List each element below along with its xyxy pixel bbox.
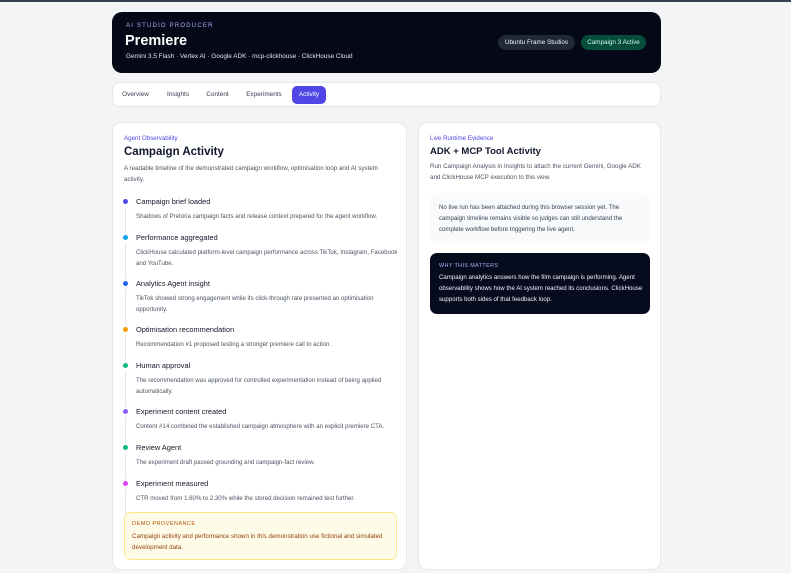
runtime-title: ADK + MCP Tool Activity <box>430 146 541 157</box>
why-text: Campaign analytics answers how the film … <box>439 274 643 303</box>
timeline-connector <box>125 417 126 443</box>
timeline-item-title: Review Agent <box>136 443 182 452</box>
timeline-dot-icon <box>123 281 128 286</box>
timeline-item-description: Recommendation #1 proposed testing a str… <box>136 341 332 348</box>
tech-stack-subtitle: Gemini 3.5 Flash · Vertex AI · Google AD… <box>126 53 353 60</box>
timeline-item-description: The experiment draft passed grounding an… <box>136 459 315 466</box>
activity-kicker: Agent Observability <box>124 135 178 142</box>
timeline-dot-icon <box>123 445 128 450</box>
timeline-dot-icon <box>123 409 128 414</box>
timeline-connector <box>125 489 126 515</box>
timeline-item-description: TikTok showed strong engagement while it… <box>136 295 374 313</box>
activity-title: Campaign Activity <box>124 146 224 158</box>
timeline-item-title: Performance aggregated <box>136 233 218 242</box>
tab-content[interactable]: Content <box>204 86 231 104</box>
campaign-activity-card: Agent Observability Campaign Activity A … <box>112 122 407 570</box>
app-header: AI STUDIO PRODUCER Premiere Gemini 3.5 F… <box>112 12 661 73</box>
why-label: WHY THIS MATTERS <box>439 263 499 269</box>
no-live-run-text: No live run has been attached during thi… <box>439 204 623 233</box>
timeline-dot-icon <box>123 327 128 332</box>
timeline-item-title: Experiment measured <box>136 479 209 488</box>
timeline-item-description: Content #14 combined the established cam… <box>136 423 385 430</box>
runtime-description: Run Campaign Analysis in Insights to att… <box>430 163 641 181</box>
window-top-border <box>0 0 791 2</box>
timeline-connector <box>125 335 126 361</box>
timeline-dot-icon <box>123 235 128 240</box>
timeline-item-description: The recommendation was approved for cont… <box>136 377 382 395</box>
header-eyebrow: AI STUDIO PRODUCER <box>126 23 214 29</box>
studio-badge: Ubuntu Frame Studios <box>498 35 575 50</box>
campaign-status-badge: Campaign 3 Active <box>581 35 646 50</box>
timeline-connector <box>125 207 126 233</box>
timeline-dot-icon <box>123 481 128 486</box>
timeline-item-title: Analytics Agent insight <box>136 279 210 288</box>
timeline-item-title: Optimisation recommendation <box>136 325 235 334</box>
timeline-connector <box>125 371 126 407</box>
timeline-item-description: Shadows of Pretoria campaign facts and r… <box>136 213 378 220</box>
tab-bar: Overview Insights Content Experiments Ac… <box>112 82 661 107</box>
runtime-kicker: Live Runtime Evidence <box>430 135 494 142</box>
activity-description: A readable timeline of the demonstrated … <box>124 165 378 183</box>
timeline-dot-icon <box>123 363 128 368</box>
timeline-item-title: Campaign brief loaded <box>136 197 211 206</box>
tab-insights[interactable]: Insights <box>164 86 192 104</box>
provenance-text: Campaign activity and performance shown … <box>132 533 383 551</box>
timeline-item-description: ClickHouse calculated platform-level cam… <box>136 249 398 267</box>
no-live-run-notice: No live run has been attached during thi… <box>430 193 650 244</box>
runtime-evidence-card: Live Runtime Evidence ADK + MCP Tool Act… <box>418 122 661 570</box>
why-this-matters-box: WHY THIS MATTERS Campaign analytics answ… <box>430 253 650 314</box>
tab-activity[interactable]: Activity <box>292 86 326 104</box>
timeline-item-title: Experiment content created <box>136 407 227 416</box>
timeline-connector <box>125 243 126 279</box>
timeline-connector <box>125 453 126 479</box>
timeline-item-title: Human approval <box>136 361 191 370</box>
provenance-label: DEMO PROVENANCE <box>132 521 196 527</box>
demo-provenance-notice: DEMO PROVENANCE Campaign activity and pe… <box>124 512 397 560</box>
page-title: Premiere <box>125 33 188 49</box>
timeline-item-description: CTR moved from 1.60% to 2.30% while the … <box>136 495 355 502</box>
tab-overview[interactable]: Overview <box>120 86 151 104</box>
tab-experiments[interactable]: Experiments <box>242 86 286 104</box>
timeline-connector <box>125 289 126 325</box>
timeline-dot-icon <box>123 199 128 204</box>
